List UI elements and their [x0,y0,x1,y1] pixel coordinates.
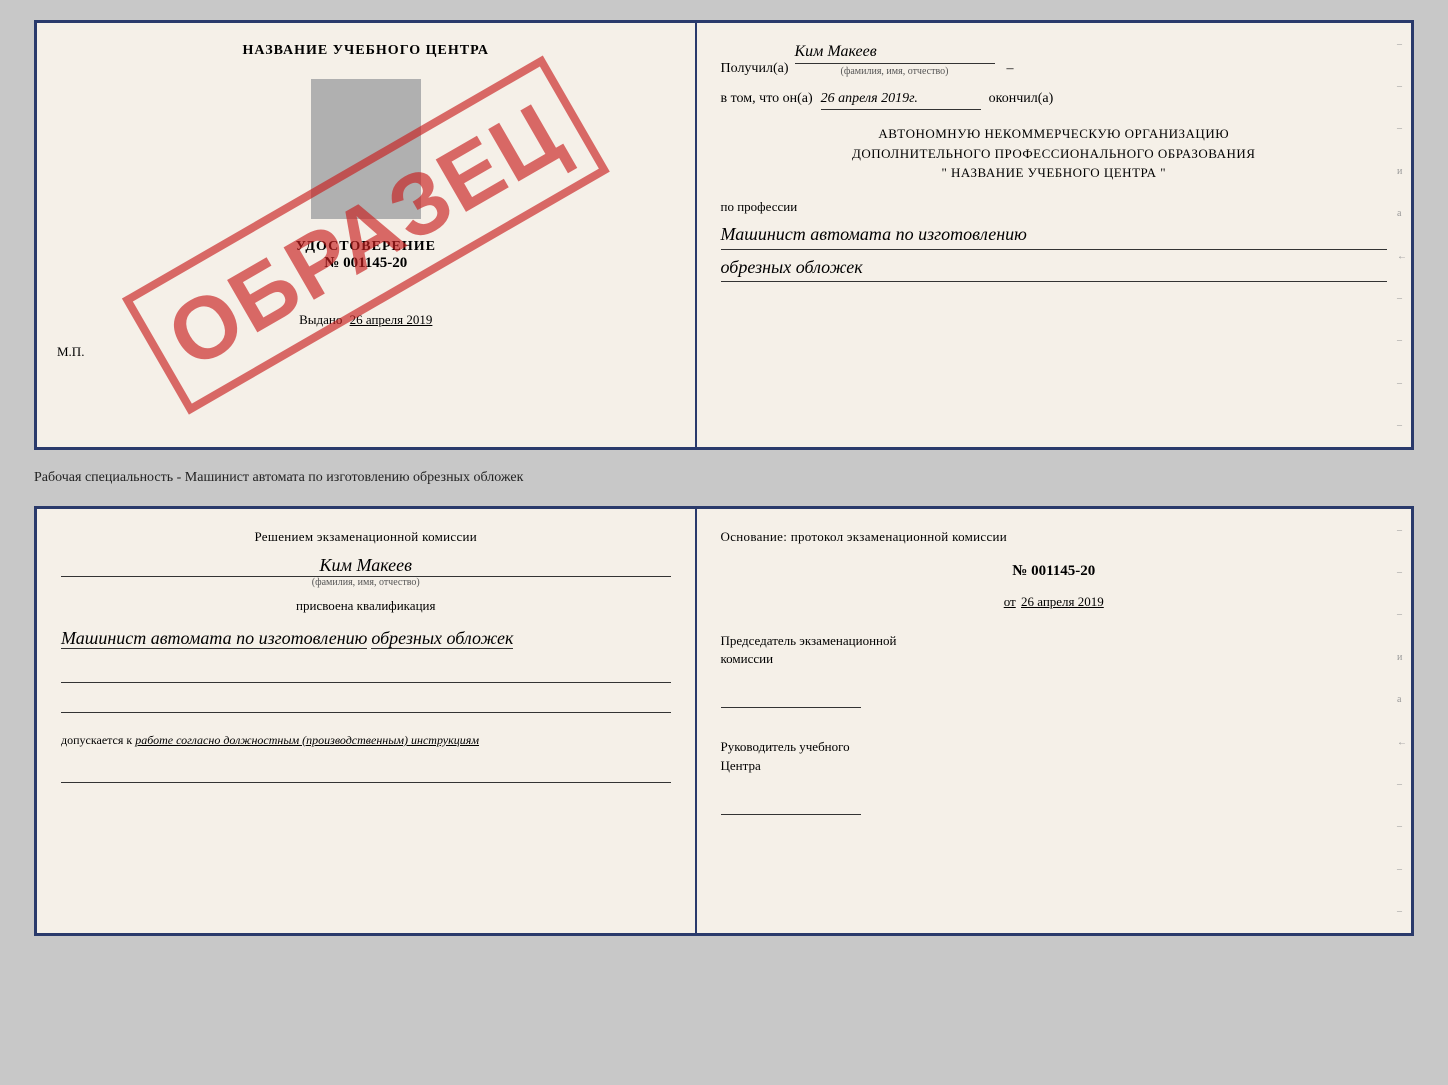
org-line1: АВТОНОМНУЮ НЕКОММЕРЧЕСКУЮ ОРГАНИЗАЦИЮ [721,124,1387,144]
okonchil-label: окончил(а) [989,91,1054,107]
predsedatel-block: Председатель экзаменационной комиссии [721,632,1387,708]
ot-date-value: 26 апреля 2019 [1021,594,1104,609]
reshenie-text: Решением экзаменационной комиссии [61,529,671,545]
rukovoditel-sign-line [721,795,861,815]
po-professii-label: по профессии [721,197,1387,217]
ot-date: от 26 апреля 2019 [721,594,1387,610]
predsedatel-line1: Председатель экзаменационной [721,632,1387,650]
vtom-label: в том, что он(а) [721,91,813,107]
predsedatel-line2: комиссии [721,650,1387,668]
poluchil-label: Получил(а) [721,61,789,77]
vydano-line: Выдано 26 апреля 2019 [299,312,432,328]
right-dashes: – – – и а ← – – – – [1397,23,1407,447]
predsedatel-sign-line [721,688,861,708]
vtom-date: 26 апреля 2019г. [821,91,981,110]
protocol-num: № 001145-20 [721,563,1387,580]
rukovoditel-block: Руководитель учебного Центра [721,738,1387,814]
rukovoditel-line2: Центра [721,757,1387,775]
kval-line1: Машинист автомата по изготовлению [61,628,367,649]
document-container: НАЗВАНИЕ УЧЕБНОГО ЦЕНТРА УДОСТОВЕРЕНИЕ №… [34,20,1414,936]
cert-left: НАЗВАНИЕ УЧЕБНОГО ЦЕНТРА УДОСТОВЕРЕНИЕ №… [37,23,697,447]
bottom-blank-line [61,763,671,783]
udostoverenie-block: УДОСТОВЕРЕНИЕ № 001145-20 [296,239,436,272]
blank-line-1 [61,663,671,683]
profession-line2: обрезных обложек [721,254,1387,282]
ot-label: от [1004,594,1016,609]
udostoverenie-num: № 001145-20 [296,255,436,272]
between-label: Рабочая специальность - Машинист автомат… [34,466,523,490]
fio-hint-top: (фамилия, имя, отчество) [795,66,995,77]
org-line2: ДОПОЛНИТЕЛЬНОГО ПРОФЕССИОНАЛЬНОГО ОБРАЗО… [721,144,1387,164]
vydano-label: Выдано [299,312,342,327]
kval-block: Машинист автомата по изготовлению обрезн… [61,624,671,653]
school-name-top: НАЗВАНИЕ УЧЕБНОГО ЦЕНТРА [243,43,489,59]
osnovanie-text: Основание: протокол экзаменационной коми… [721,529,1387,545]
vtom-line: в том, что он(а) 26 апреля 2019г. окончи… [721,91,1387,110]
org-line3: " НАЗВАНИЕ УЧЕБНОГО ЦЕНТРА " [721,163,1387,183]
bottom-left: Решением экзаменационной комиссии Ким Ма… [37,509,697,933]
dopuskaetsya-prefix: допускается к [61,733,132,747]
fio-hint-bottom: (фамилия, имя, отчество) [61,577,671,588]
certificate-bottom: Решением экзаменационной комиссии Ким Ма… [34,506,1414,936]
cert-right: Получил(а) Ким Макеев (фамилия, имя, отч… [697,23,1411,447]
komissia-name: Ким Макеев [61,555,671,577]
poluchil-line: Получил(а) Ким Макеев (фамилия, имя, отч… [721,43,1387,77]
poluchil-name: Ким Макеев [795,43,995,64]
certificate-top: НАЗВАНИЕ УЧЕБНОГО ЦЕНТРА УДОСТОВЕРЕНИЕ №… [34,20,1414,450]
photo-placeholder [311,79,421,219]
org-block: АВТОНОМНУЮ НЕКОММЕРЧЕСКУЮ ОРГАНИЗАЦИЮ ДО… [721,124,1387,183]
right-dashes-bottom: – – – и а ← – – – – [1397,509,1407,933]
dopuskaetsya-text: допускается к работе согласно должностны… [61,731,671,749]
bottom-right: Основание: протокол экзаменационной коми… [697,509,1411,933]
udostoverenie-title: УДОСТОВЕРЕНИЕ [296,239,436,255]
po-professii-block: по профессии Машинист автомата по изгото… [721,197,1387,282]
kval-line2: обрезных обложек [371,628,513,649]
dopuskaetsya-work: работе согласно должностным (производств… [135,733,479,747]
vydano-date: 26 апреля 2019 [350,312,433,327]
profession-line1: Машинист автомата по изготовлению [721,220,1387,250]
prisvoena-text: присвоена квалификация [61,598,671,614]
mp-line: М.П. [57,344,84,360]
rukovoditel-line1: Руководитель учебного [721,738,1387,756]
blank-line-2 [61,693,671,713]
